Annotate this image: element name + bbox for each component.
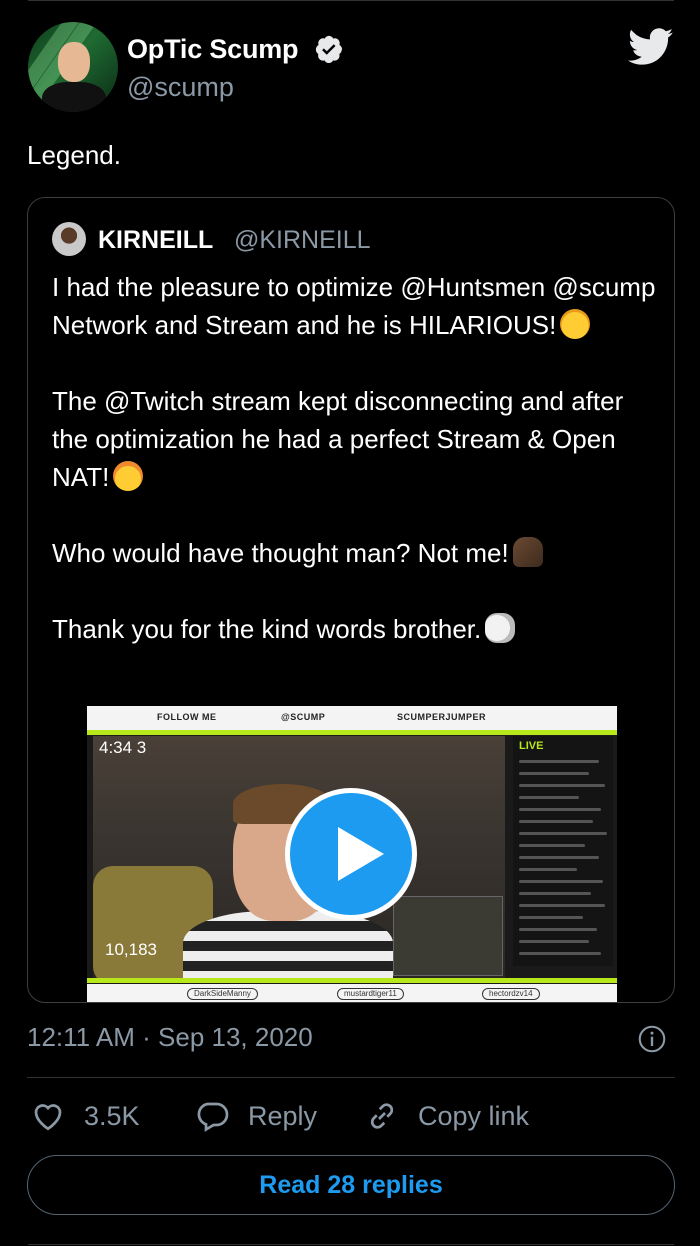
- overlay-handle-label: @SCUMP: [281, 712, 326, 722]
- chat-line: [519, 916, 583, 919]
- author-handle[interactable]: @scump: [127, 72, 234, 103]
- reply-label: Reply: [248, 1100, 318, 1131]
- divider: [27, 1077, 675, 1078]
- verified-badge-icon: [315, 35, 343, 64]
- like-button[interactable]: 3.5K: [30, 1096, 140, 1136]
- chat-line: [519, 892, 591, 895]
- heart-icon: [34, 1104, 62, 1131]
- quoted-tweet-body: I had the pleasure to optimize @Huntsmen…: [52, 268, 662, 648]
- stream-overlay-bottom-bar: DarkSideManny mustardtiger11 hectordzv14: [87, 984, 617, 1002]
- video-view-count: 10,183: [105, 940, 157, 959]
- quoted-tweet-card[interactable]: KIRNEILL @KIRNEILL I had the pleasure to…: [27, 197, 675, 1003]
- overlay-channel-label: SCUMPERJUMPER: [397, 712, 487, 722]
- stream-chat: LIVE: [513, 736, 613, 966]
- stream-overlay-top-bar: FOLLOW ME @SCUMP SCUMPERJUMPER: [87, 706, 617, 730]
- chat-line: [519, 820, 593, 823]
- quoted-author-avatar[interactable]: [52, 222, 86, 256]
- praying-hands-emoji-icon: [512, 537, 543, 567]
- copy-link-button[interactable]: Copy link: [364, 1096, 529, 1136]
- chat-line: [519, 904, 605, 907]
- goat-emoji-icon: [485, 613, 516, 643]
- chat-line: [519, 868, 577, 871]
- chat-line: [519, 880, 603, 883]
- overlay-follow-label: FOLLOW ME: [157, 712, 217, 722]
- overlay-donator-label: DarkSideManny: [187, 988, 258, 1000]
- twitter-logo-icon[interactable]: [628, 28, 674, 66]
- overlay-stripe: [87, 730, 617, 735]
- bottom-divider: [28, 1244, 674, 1245]
- chat-line: [519, 760, 599, 763]
- author-name[interactable]: OpTic Scump: [127, 34, 299, 65]
- overlay-follower-label: hectordzv14: [482, 988, 540, 1000]
- rofl-emoji-icon: [560, 309, 591, 339]
- chat-line: [519, 808, 601, 811]
- video-player[interactable]: FOLLOW ME @SCUMP SCUMPERJUMPER LIVE Dark…: [87, 706, 617, 1002]
- play-icon[interactable]: [285, 788, 417, 920]
- link-icon: [370, 1103, 394, 1129]
- chat-line: [519, 928, 597, 931]
- tweet-text: Legend.: [27, 140, 121, 170]
- reply-button[interactable]: Reply: [194, 1096, 317, 1136]
- streamer-shirt: [183, 911, 393, 980]
- overlay-stripe: [87, 978, 617, 983]
- chat-line: [519, 856, 599, 859]
- avatar-shirt: [42, 82, 106, 112]
- quoted-author-name: KIRNEILL: [98, 226, 214, 254]
- chat-line: [519, 952, 601, 955]
- quoted-paragraph: Thank you for the kind words brother.: [52, 610, 662, 648]
- chat-line: [519, 772, 589, 775]
- chat-line: [519, 796, 579, 799]
- quoted-paragraph: Who would have thought man? Not me!: [52, 534, 662, 572]
- chat-line: [519, 844, 585, 847]
- reply-bubble-icon: [197, 1102, 229, 1132]
- top-divider: [28, 0, 674, 1]
- quoted-paragraph-text: Who would have thought man? Not me!: [52, 538, 509, 568]
- overlay-subscriber-label: mustardtiger11: [337, 988, 404, 1000]
- chat-line: [519, 832, 607, 835]
- quoted-paragraph-text: Thank you for the kind words brother.: [52, 614, 482, 644]
- gameplay-inset: [393, 896, 503, 976]
- quoted-paragraph: I had the pleasure to optimize @Huntsmen…: [52, 268, 662, 344]
- author-avatar[interactable]: [28, 22, 118, 112]
- like-count: 3.5K: [84, 1100, 140, 1131]
- quoted-paragraph: The @Twitch stream kept disconnecting an…: [52, 382, 662, 496]
- quoted-author-handle: @KIRNEILL: [234, 226, 371, 254]
- copy-link-label: Copy link: [418, 1100, 530, 1131]
- avatar-face: [58, 42, 90, 82]
- video-timer: 4:34 3: [99, 738, 147, 757]
- chat-line: [519, 784, 605, 787]
- info-icon[interactable]: [638, 1025, 666, 1053]
- mind-blown-emoji-icon: [113, 461, 144, 491]
- chat-line: [519, 940, 589, 943]
- tweet-timestamp[interactable]: 12:11 AM · Sep 13, 2020: [27, 1022, 313, 1053]
- read-replies-button[interactable]: Read 28 replies: [27, 1155, 675, 1215]
- live-label: LIVE: [519, 740, 544, 752]
